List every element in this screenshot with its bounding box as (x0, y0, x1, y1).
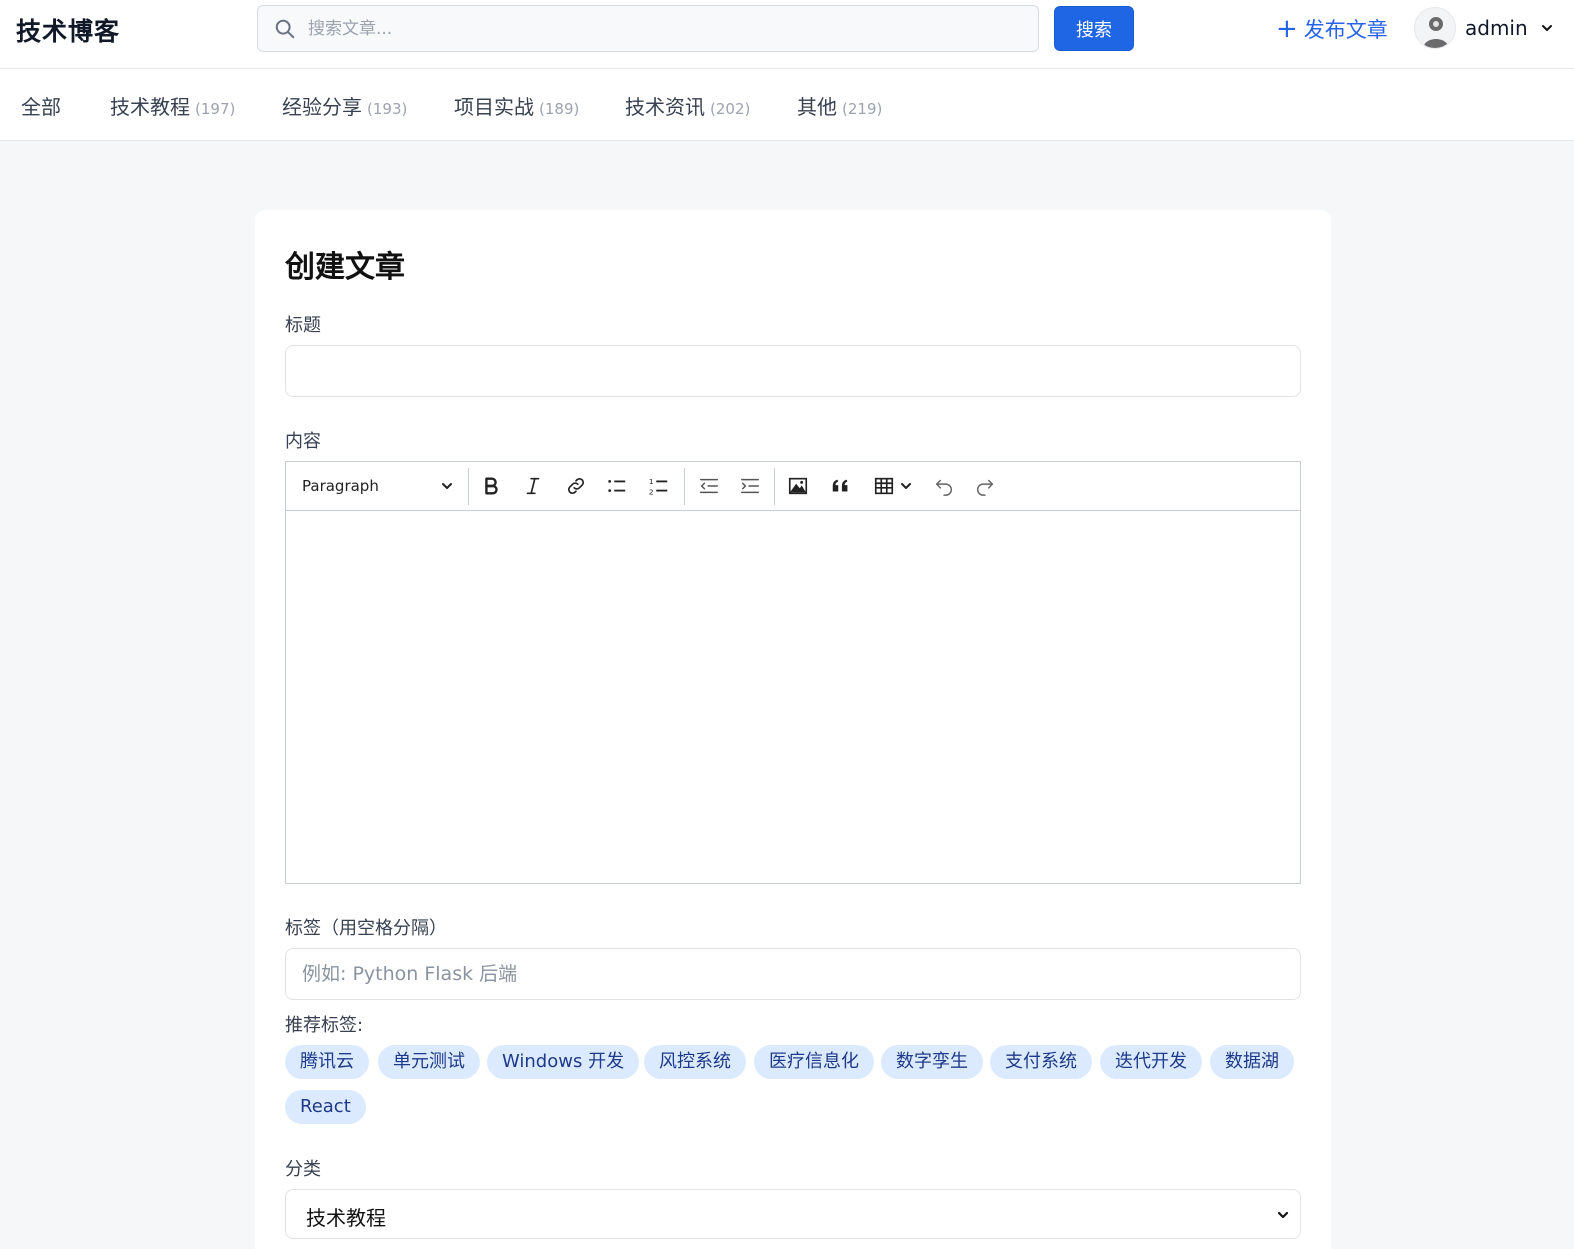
image-icon (788, 477, 808, 495)
insert-table-button[interactable] (870, 474, 916, 498)
suggested-tag[interactable]: Windows 开发 (487, 1045, 640, 1079)
numbered-list-button[interactable]: 12 (647, 474, 671, 498)
chevron-down-icon (1277, 1211, 1289, 1219)
bulleted-list-button[interactable] (605, 474, 629, 498)
search-input[interactable] (308, 6, 1028, 51)
svg-text:2: 2 (649, 487, 654, 496)
suggested-tag[interactable]: 单元测试 (378, 1045, 480, 1079)
category-experience[interactable]: 经验分享 (193) (282, 91, 407, 120)
editor-toolbar: Paragraph 12 (286, 462, 1300, 511)
category-tutorials[interactable]: 技术教程 (197) (110, 91, 235, 120)
category-all[interactable]: 全部 (21, 91, 61, 120)
indent-button[interactable] (738, 474, 762, 498)
search-icon (275, 19, 295, 39)
outdent-button[interactable] (697, 474, 721, 498)
bold-button[interactable] (479, 474, 503, 498)
category-count: (189) (539, 100, 580, 118)
toolbar-divider (684, 468, 685, 505)
publish-article-link[interactable]: + 发布文章 (1276, 14, 1388, 44)
category-other[interactable]: 其他 (219) (797, 91, 882, 120)
chevron-down-icon (442, 483, 452, 489)
chevron-down-icon (901, 483, 911, 489)
search-box (257, 5, 1039, 52)
category-count: (202) (710, 100, 751, 118)
category-select[interactable]: 技术教程 (285, 1189, 1301, 1239)
redo-icon (977, 479, 994, 496)
category-count: (219) (842, 100, 883, 118)
user-name: admin (1465, 16, 1528, 40)
insert-image-button[interactable] (786, 474, 810, 498)
blockquote-button[interactable] (829, 474, 853, 498)
suggested-tag[interactable]: 风控系统 (644, 1045, 746, 1079)
suggested-tags-label: 推荐标签: (285, 1015, 364, 1036)
suggested-tag[interactable]: 腾讯云 (285, 1045, 369, 1079)
category-count: (197) (195, 100, 236, 118)
plus-icon: + (1276, 14, 1298, 44)
category-news[interactable]: 技术资讯 (202) (625, 91, 750, 120)
link-button[interactable] (564, 474, 588, 498)
publish-label: 发布文章 (1303, 18, 1388, 42)
category-label: 分类 (285, 1159, 321, 1180)
category-count: (193) (367, 100, 408, 118)
content-label: 内容 (285, 431, 321, 452)
suggested-tag[interactable]: 支付系统 (990, 1045, 1092, 1079)
page-title: 创建文章 (285, 250, 405, 285)
italic-button[interactable] (521, 474, 545, 498)
indent-icon (741, 478, 759, 494)
search-button[interactable]: 搜索 (1054, 6, 1134, 51)
category-select-value: 技术教程 (306, 1206, 386, 1230)
tags-label: 标签（用空格分隔） (285, 918, 447, 939)
svg-text:1: 1 (649, 477, 654, 486)
editor-content-area[interactable] (286, 511, 1300, 883)
category-nav: 全部 技术教程 (197) 经验分享 (193) 项目实战 (189) 技术资讯 (20… (0, 69, 1574, 141)
rich-text-editor: Paragraph 12 (285, 461, 1301, 884)
toolbar-divider (774, 468, 775, 505)
top-header: 技术博客 搜索 + 发布文章 admin (0, 0, 1574, 69)
title-input[interactable] (285, 345, 1301, 397)
create-article-card: 创建文章 标题 内容 Paragraph 12 标签（用空格分隔） 例如: Py… (255, 210, 1331, 1249)
site-brand[interactable]: 技术博客 (16, 12, 120, 48)
chevron-down-icon (1541, 25, 1552, 31)
suggested-tag[interactable]: 医疗信息化 (754, 1045, 874, 1079)
category-projects[interactable]: 项目实战 (189) (454, 91, 579, 120)
tags-input[interactable] (285, 948, 1301, 1000)
bulleted-list-icon (608, 480, 626, 492)
link-icon (567, 477, 585, 495)
outdent-icon (700, 478, 718, 494)
italic-icon (526, 477, 540, 495)
user-avatar-icon (1423, 17, 1449, 48)
blockquote-icon (832, 479, 848, 492)
toolbar-divider (468, 468, 469, 505)
title-label: 标题 (285, 315, 321, 336)
suggested-tag[interactable]: 迭代开发 (1100, 1045, 1202, 1079)
suggested-tag[interactable]: React (285, 1090, 366, 1124)
bold-icon (485, 477, 498, 495)
undo-icon (935, 479, 952, 496)
user-menu[interactable]: admin (1414, 7, 1554, 49)
redo-button[interactable] (973, 474, 997, 498)
suggested-tag[interactable]: 数据湖 (1210, 1045, 1294, 1079)
block-style-value: Paragraph (302, 477, 379, 495)
block-style-dropdown[interactable]: Paragraph (302, 475, 454, 497)
undo-button[interactable] (932, 474, 956, 498)
suggested-tag[interactable]: 数字孪生 (881, 1045, 983, 1079)
table-icon (874, 477, 894, 495)
numbered-list-icon: 12 (649, 477, 668, 496)
avatar (1414, 7, 1456, 49)
